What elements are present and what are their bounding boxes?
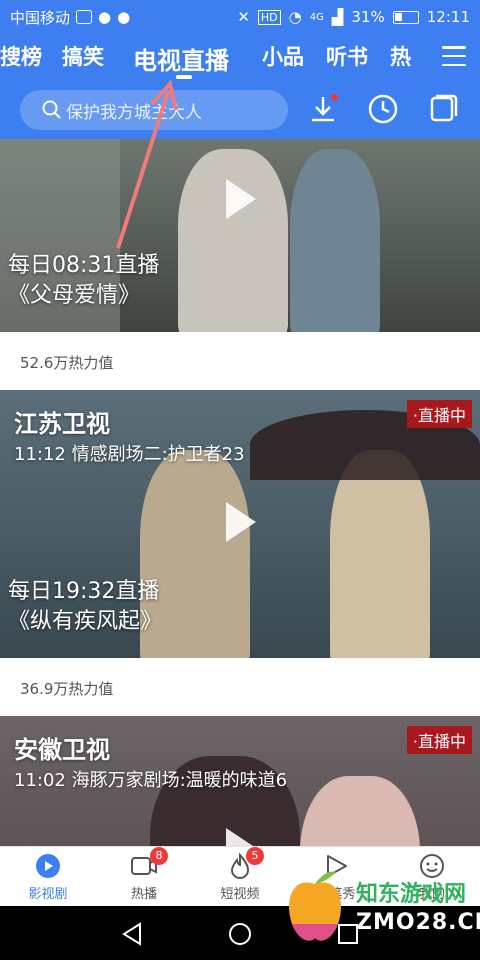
nav-short-video[interactable]: 5 短视频 <box>200 847 280 902</box>
wifi-icon: ◔ <box>288 8 302 26</box>
channel-card[interactable]: 每日08:31直播 《父母爱情》 52.6万热力值 <box>0 139 480 390</box>
program-title: 《父母爱情》 <box>8 283 141 308</box>
watermark-logo <box>288 871 342 941</box>
actress-figure <box>330 450 430 658</box>
clock-icon <box>368 94 398 124</box>
play-circle-icon <box>34 853 62 879</box>
back-icon[interactable] <box>120 922 144 946</box>
chat-icon: ● <box>98 8 112 26</box>
play-icon[interactable] <box>226 502 256 542</box>
tab-tv-live[interactable]: 电视直播 <box>133 41 229 76</box>
tab-re[interactable]: 热 <box>390 41 411 71</box>
notification-badge: 5 <box>246 847 264 865</box>
search-input[interactable]: 保护我方城主大人 <box>20 90 288 130</box>
hd-icon: HD <box>257 9 281 25</box>
channel-card[interactable]: 江苏卫视 11:12 情感剧场二:护卫者23 ·直播中 每日19:32直播 《纵… <box>0 390 480 716</box>
signal-label: 4G <box>309 11 324 23</box>
broadcast-time: 每日08:31直播 <box>8 253 160 278</box>
notification-badge: 8 <box>150 847 168 865</box>
search-placeholder: 保护我方城主大人 <box>66 102 202 123</box>
download-dot <box>331 94 338 101</box>
carrier-label: 中国移动 <box>10 8 71 27</box>
top-header: 搜榜 搞笑 电视直播 小品 听书 热 保护我方城主大人 <box>0 34 480 139</box>
channel-name: 江苏卫视 <box>14 410 110 438</box>
clock-label: 12:11 <box>426 8 470 26</box>
signal-icon: ▟ <box>331 8 344 26</box>
category-tabs: 搜榜 搞笑 电视直播 小品 听书 热 <box>0 34 480 80</box>
battery-label: 31% <box>351 8 385 26</box>
flame-icon: 5 <box>226 847 264 880</box>
active-tab-indicator <box>176 75 192 79</box>
nav-label: 热播 <box>130 887 157 902</box>
nav-label: 短视频 <box>220 887 260 902</box>
nav-film-tv[interactable]: 影视剧 <box>8 853 88 902</box>
window-icon <box>430 94 458 122</box>
current-program: 11:02 海豚万家剧场:温暖的味道6 <box>14 770 288 791</box>
tab-ting-shu[interactable]: 听书 <box>326 41 368 71</box>
video-thumbnail[interactable]: 江苏卫视 11:12 情感剧场二:护卫者23 ·直播中 每日19:32直播 《纵… <box>0 390 480 658</box>
program-title: 《纵有疾风起》 <box>8 609 163 634</box>
play-icon[interactable] <box>226 828 256 846</box>
screen-button[interactable] <box>426 92 460 126</box>
video-thumbnail[interactable]: 每日08:31直播 《父母爱情》 <box>0 139 480 332</box>
watermark-en-text: ZMO28.CN <box>356 910 480 935</box>
nav-hot[interactable]: 8 热播 <box>104 847 184 902</box>
tab-sou-bang[interactable]: 搜榜 <box>0 41 42 71</box>
video-camera-icon: 8 <box>130 847 168 879</box>
heat-value: 52.6万热力值 <box>0 332 480 390</box>
history-button[interactable] <box>366 92 400 126</box>
channel-name: 安徽卫视 <box>14 736 110 764</box>
live-badge: ·直播中 <box>406 400 472 428</box>
live-badge: ·直播中 <box>406 726 472 754</box>
battery-icon <box>392 10 419 24</box>
tab-gao-xiao[interactable]: 搞笑 <box>62 41 104 71</box>
mute-icon: ✕ <box>237 8 250 26</box>
play-icon[interactable] <box>226 179 256 219</box>
watermark-cn-text: 知东游戏网 <box>356 882 467 907</box>
actor-figure <box>178 149 288 332</box>
tab-xiao-pin[interactable]: 小品 <box>262 41 304 71</box>
wechat-icon: ● <box>117 8 131 26</box>
home-icon[interactable] <box>228 922 252 946</box>
heat-value: 36.9万热力值 <box>0 658 480 716</box>
tv-live-feed: 每日08:31直播 《父母爱情》 52.6万热力值 江苏卫视 11:12 情感剧… <box>0 139 480 846</box>
current-program: 11:12 情感剧场二:护卫者23 <box>14 444 245 465</box>
nav-label: 影视剧 <box>28 887 68 902</box>
channel-card[interactable]: 安徽卫视 11:02 海豚万家剧场:温暖的味道6 ·直播中 <box>0 716 480 846</box>
video-thumbnail[interactable]: 安徽卫视 11:02 海豚万家剧场:温暖的味道6 ·直播中 <box>0 716 480 846</box>
actress-figure <box>300 776 420 846</box>
search-icon <box>42 100 61 119</box>
status-bar: 中国移动 ● ● ✕ HD ◔ 4G ▟ 31% 12:11 <box>0 0 480 34</box>
site-watermark: 知东游戏网 ZMO28.CN <box>282 858 480 958</box>
download-button[interactable] <box>306 92 340 126</box>
actress-figure <box>290 149 380 332</box>
app-notification-icon <box>76 10 93 24</box>
broadcast-time: 每日19:32直播 <box>8 579 160 604</box>
menu-icon[interactable] <box>442 46 466 66</box>
